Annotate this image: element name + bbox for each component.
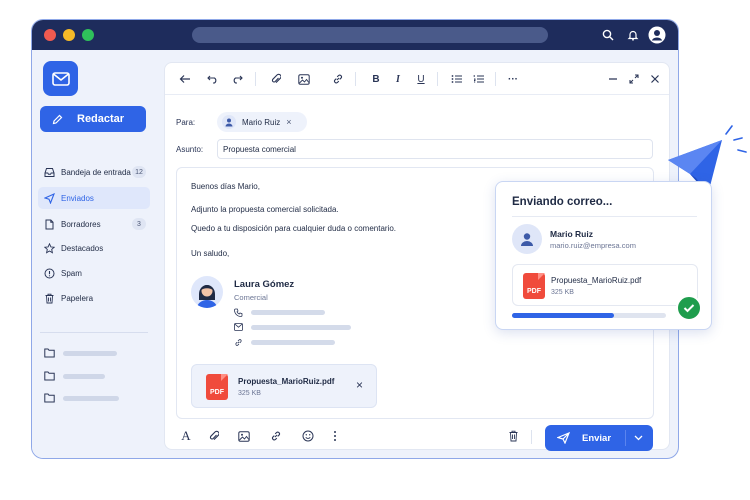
check-icon <box>676 295 702 321</box>
popup-title: Enviando correo... <box>512 196 613 208</box>
popup-file-name: Propuesta_MarioRuiz.pdf <box>551 276 642 285</box>
popup-recipient-name: Mario Ruiz <box>550 229 593 239</box>
sending-popup: Enviando correo... Mario Ruiz mario.ruiz… <box>495 181 712 330</box>
popup-file-size: 325 KB <box>551 289 574 296</box>
popup-recipient-email: mario.ruiz@empresa.com <box>550 241 636 250</box>
send-progress-bar <box>512 313 666 318</box>
user-icon <box>512 224 542 254</box>
pdf-icon: PDF <box>523 273 545 299</box>
popup-file-card: PDF Propuesta_MarioRuiz.pdf 325 KB <box>512 264 698 306</box>
